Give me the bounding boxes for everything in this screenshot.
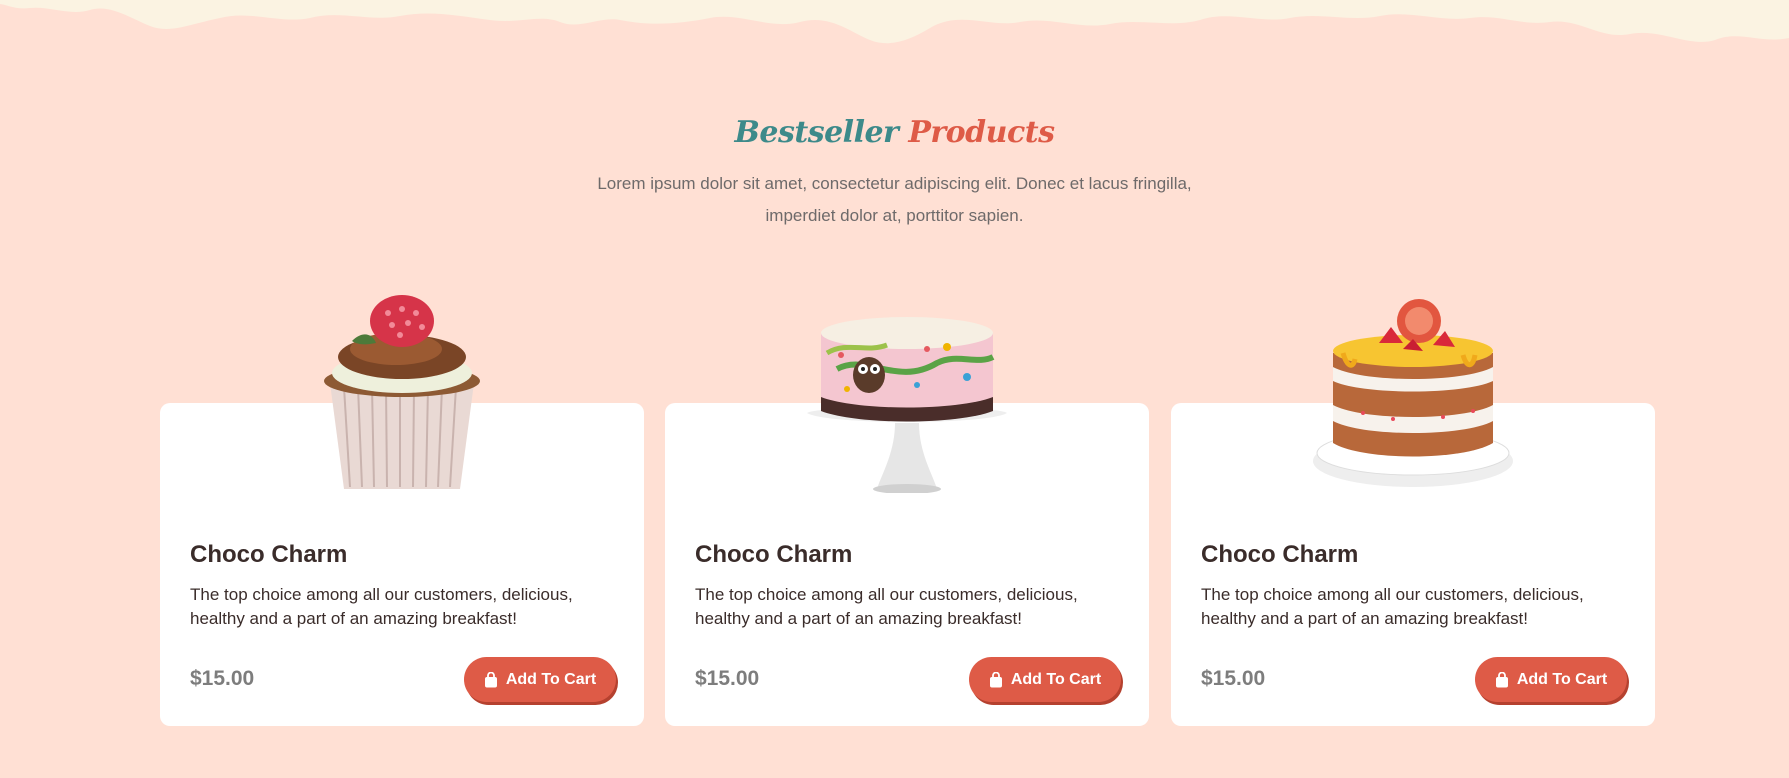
product-title: Choco Charm [190, 541, 348, 568]
shopping-bag-icon [1495, 671, 1508, 687]
add-to-cart-button[interactable]: Add To Cart [1475, 657, 1627, 702]
product-description: The top choice among all our customers, … [190, 585, 573, 628]
add-to-cart-label: Add To Cart [505, 670, 597, 688]
fruit-layer-cake-image [1313, 299, 1513, 487]
raspberry-cupcake-image [324, 295, 480, 489]
add-to-cart-label: Add To Cart [1516, 670, 1608, 688]
add-to-cart-button[interactable]: Add To Cart [969, 657, 1121, 702]
add-to-cart-button[interactable]: Add To Cart [464, 657, 616, 702]
product-price: $15.00 [1201, 667, 1266, 690]
product-card: Choco Charm The top choice among all our… [665, 317, 1149, 726]
section-header: Bestseller Products Lorem ipsum dolor si… [0, 118, 1789, 232]
product-description: The top choice among all our customers, … [695, 585, 1078, 628]
section-title: Bestseller Products [0, 118, 1789, 148]
product-description: The top choice among all our customers, … [1201, 585, 1584, 628]
shopping-bag-icon [484, 671, 497, 687]
product-card: Choco Charm The top choice among all our… [1171, 299, 1655, 726]
product-card: Choco Charm The top choice among all our… [160, 295, 644, 726]
section-title-word-2: Products [908, 115, 1055, 150]
add-to-cart-label: Add To Cart [1010, 670, 1102, 688]
section-subtitle: Lorem ipsum dolor sit amet, consectetur … [597, 174, 1192, 225]
cream-wave-border [0, 0, 1789, 44]
product-price: $15.00 [190, 667, 255, 690]
product-title: Choco Charm [1201, 541, 1359, 568]
shopping-bag-icon [989, 671, 1002, 687]
owl-cake-on-stand-image [807, 317, 1007, 493]
section-title-word-1: Bestseller [734, 115, 899, 150]
product-title: Choco Charm [695, 541, 853, 568]
product-price: $15.00 [695, 667, 760, 690]
